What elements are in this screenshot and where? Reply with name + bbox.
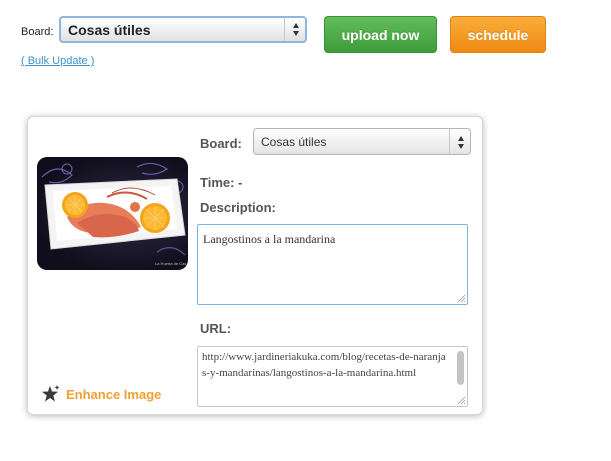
url-scrollbar-thumb[interactable]: [457, 351, 464, 385]
up-down-arrows-icon: [291, 23, 300, 36]
board-select-value: Cosas útiles: [68, 22, 151, 38]
description-value: Langostinos a la mandarina: [203, 232, 336, 246]
pin-card: La Huerta de Cas Enhance Image Board: Co…: [27, 116, 483, 415]
pin-thumbnail[interactable]: La Huerta de Cas: [37, 157, 188, 270]
board-select[interactable]: Cosas útiles: [59, 16, 307, 43]
card-board-select-value: Cosas útiles: [261, 135, 327, 149]
resize-grip-icon[interactable]: [457, 294, 466, 303]
time-label: Time: -: [200, 175, 243, 190]
up-down-arrows-icon: [456, 136, 465, 149]
upload-now-button[interactable]: upload now: [324, 16, 437, 53]
description-label: Description:: [200, 200, 276, 215]
star-sparkle-icon: [42, 385, 60, 403]
schedule-button[interactable]: schedule: [450, 16, 546, 53]
url-scrollbar[interactable]: [455, 349, 465, 393]
url-value: http://www.jardineriakuka.com/blog/recet…: [202, 351, 446, 379]
board-label: Board:: [21, 26, 54, 38]
url-label: URL:: [200, 321, 232, 336]
thumbnail-watermark: La Huerta de Cas: [155, 261, 186, 266]
url-field[interactable]: http://www.jardineriakuka.com/blog/recet…: [197, 346, 468, 407]
select-divider: [284, 18, 285, 41]
card-board-label: Board:: [200, 136, 242, 151]
thumbnail-image: La Huerta de Cas: [41, 162, 186, 266]
card-board-select[interactable]: Cosas útiles: [253, 128, 471, 155]
resize-grip-icon[interactable]: [457, 396, 466, 405]
enhance-image-label: Enhance Image: [66, 387, 162, 402]
enhance-image-button[interactable]: Enhance Image: [42, 385, 161, 403]
select-divider: [449, 129, 450, 154]
description-field[interactable]: Langostinos a la mandarina: [197, 224, 468, 305]
bulk-update-link[interactable]: ( Bulk Update ): [21, 55, 94, 67]
